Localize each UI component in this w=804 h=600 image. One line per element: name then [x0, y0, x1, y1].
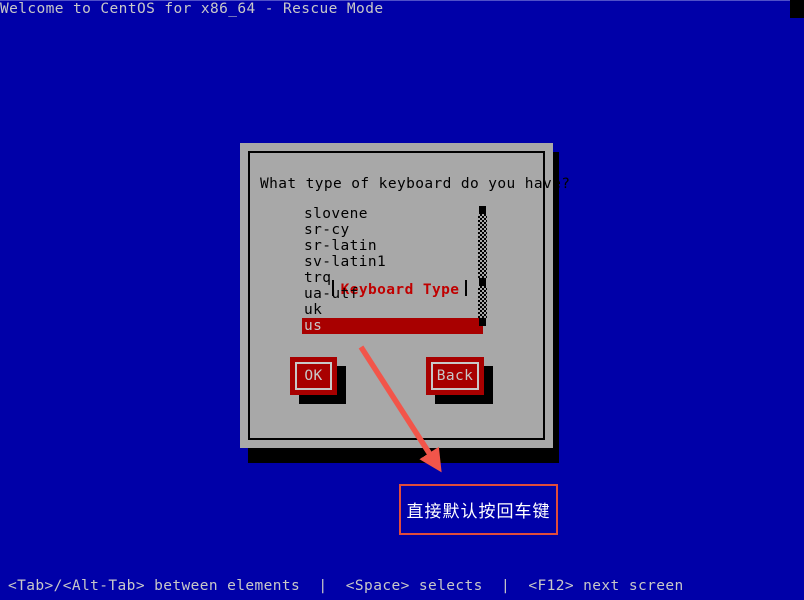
ok-button-label: OK	[295, 362, 332, 390]
header-title: Welcome to CentOS for x86_64 - Rescue Mo…	[0, 1, 384, 17]
scrollbar-thumb[interactable]	[479, 278, 486, 286]
list-item[interactable]: sr-latin	[302, 238, 527, 254]
list-item[interactable]: sv-latin1	[302, 254, 527, 270]
annotation-callout-text: 直接默认按回车键	[406, 502, 551, 522]
keyboard-type-dialog: Keyboard Type What type of keyboard do y…	[240, 143, 570, 448]
scrollbar-track-lower	[478, 286, 487, 318]
list-item[interactable]: trq	[302, 270, 527, 286]
dialog-prompt: What type of keyboard do you have?	[260, 176, 571, 192]
header-right-edge	[790, 0, 804, 18]
ok-button[interactable]: OK	[290, 357, 337, 395]
list-item[interactable]: ua-utf	[302, 286, 527, 302]
list-item[interactable]: slovene	[302, 206, 527, 222]
list-item[interactable]: uk	[302, 302, 527, 318]
scrollbar-block-top	[479, 206, 486, 214]
scrollbar-track-upper	[478, 214, 487, 278]
back-button[interactable]: Back	[426, 357, 484, 395]
keyboard-layout-list[interactable]: slovene sr-cy sr-latin sv-latin1 trq ua-utf uk…	[302, 206, 527, 334]
list-scrollbar[interactable]	[478, 206, 487, 334]
footer-key-hints: <Tab>/<Alt-Tab> between elements | <Spac…	[8, 578, 684, 594]
list-item[interactable]: us	[302, 318, 483, 334]
scrollbar-block-bottom	[479, 318, 486, 326]
list-item[interactable]: sr-cy	[302, 222, 527, 238]
annotation-callout-box: 直接默认按回车键	[399, 484, 558, 535]
back-button-label: Back	[431, 362, 479, 390]
